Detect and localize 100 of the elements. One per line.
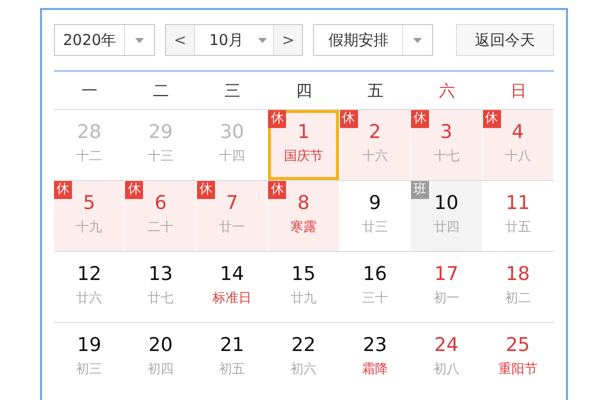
day-number: 24	[434, 333, 458, 357]
day-cell[interactable]: 休 5 十九	[54, 181, 124, 251]
day-cell[interactable]: 19 初三	[54, 323, 124, 393]
day-number: 1	[297, 120, 310, 144]
day-cell[interactable]: 休 7 廿一	[196, 181, 268, 251]
weekday-label: 日	[510, 80, 526, 100]
lunar-date: 初八	[433, 361, 460, 379]
lunar-date: 十七	[433, 148, 460, 166]
lunar-date: 廿六	[76, 290, 102, 308]
lunar-date: 十八	[504, 148, 531, 166]
lunar-date: 廿七	[148, 290, 174, 308]
weekday-label: 一	[82, 80, 98, 100]
holiday-badge: 休	[482, 110, 501, 128]
lunar-date: 三十	[362, 290, 388, 308]
lunar-date: 初一	[433, 290, 460, 308]
day-number: 16	[362, 262, 388, 286]
workday-badge: 班	[411, 181, 430, 199]
weekday-label: 三	[224, 80, 241, 100]
holiday-badge: 休	[196, 181, 215, 199]
lunar-date: 二十	[148, 219, 174, 237]
day-number: 9	[368, 191, 381, 215]
previous-month-button[interactable]: <	[166, 25, 194, 55]
day-number: 17	[434, 262, 458, 286]
day-number: 5	[83, 191, 96, 215]
lunar-date: 廿九	[290, 290, 316, 308]
day-cell[interactable]: 休 4 十八	[482, 110, 553, 180]
day-cell[interactable]: 17 初一	[411, 252, 482, 322]
day-number: 30	[220, 120, 244, 144]
year-dropdown[interactable]: 2020年	[54, 24, 156, 56]
day-number: 4	[512, 120, 524, 144]
day-number: 10	[434, 191, 458, 215]
day-cell[interactable]: 21 初五	[196, 323, 268, 393]
lunar-date: 初四	[148, 361, 174, 379]
lunar-date: 霜降	[362, 361, 388, 379]
day-number: 13	[148, 262, 173, 286]
lunar-date: 十九	[76, 219, 102, 237]
lunar-date: 十三	[148, 148, 174, 166]
weekday-label: 六	[438, 80, 455, 100]
holiday-badge: 休	[125, 181, 144, 199]
day-cell[interactable]: 25 重阳节	[482, 323, 553, 393]
day-number: 18	[506, 262, 530, 286]
holiday-badge: 休	[268, 181, 286, 199]
lunar-date: 十四	[219, 148, 246, 166]
lunar-date: 廿四	[433, 219, 460, 237]
day-number: 15	[291, 262, 316, 286]
day-cell[interactable]: 23 霜降	[340, 323, 410, 393]
lunar-date: 初六	[290, 361, 316, 379]
day-number: 6	[154, 191, 167, 215]
day-cell[interactable]: 休 8 寒露	[268, 181, 339, 251]
day-number: 2	[368, 120, 381, 144]
day-number: 25	[506, 333, 530, 357]
day-cell[interactable]: 休 1 国庆节	[268, 110, 339, 180]
day-cell[interactable]: 11 廿五	[482, 181, 553, 251]
lunar-date: 标准日	[212, 290, 252, 308]
lunar-date: 重阳节	[498, 361, 538, 379]
day-number: 12	[77, 262, 102, 286]
lunar-date: 廿五	[504, 219, 531, 237]
lunar-date: 十二	[76, 148, 102, 166]
day-cell[interactable]: 16 三十	[340, 252, 410, 322]
day-number: 7	[226, 191, 238, 215]
weekday-label: 四	[296, 80, 312, 100]
day-cell[interactable]: 休 2 十六	[340, 110, 410, 180]
lunar-date: 初五	[219, 361, 246, 379]
day-number: 14	[220, 262, 244, 286]
day-cell[interactable]: 14 标准日	[196, 252, 268, 322]
holiday-badge: 休	[268, 110, 286, 128]
day-number: 3	[440, 120, 452, 144]
day-number: 29	[148, 120, 173, 144]
day-cell[interactable]: 22 初六	[268, 323, 339, 393]
day-cell[interactable]: 12 廿六	[54, 252, 124, 322]
lunar-date: 初三	[76, 361, 102, 379]
back-to-today-button[interactable]: 返回今天	[456, 24, 554, 56]
day-cell[interactable]: 15 廿九	[268, 252, 339, 322]
day-number: 21	[220, 333, 244, 357]
dropdown-caret-icon	[413, 38, 422, 42]
lunar-date: 寒露	[290, 219, 316, 237]
day-number: 11	[506, 191, 530, 215]
day-cell[interactable]: 20 初四	[125, 323, 196, 393]
day-cell[interactable]: 18 初二	[482, 252, 553, 322]
next-month-button[interactable]: >	[274, 25, 302, 55]
day-number: 23	[362, 333, 388, 357]
day-cell[interactable]: 24 初八	[411, 323, 482, 393]
lunar-date: 国庆节	[284, 148, 323, 166]
day-cell[interactable]: 13 廿七	[125, 252, 196, 322]
day-number: 20	[148, 333, 173, 357]
day-number: 22	[291, 333, 316, 357]
day-number: 8	[297, 191, 310, 215]
lunar-date: 十六	[362, 148, 388, 166]
lunar-date: 廿一	[219, 219, 246, 237]
weekday-label: 二	[153, 80, 170, 100]
day-number: 28	[77, 120, 102, 144]
day-number: 19	[77, 333, 102, 357]
holiday-dropdown[interactable]: 假期安排	[313, 24, 434, 56]
weekday-label: 五	[367, 80, 384, 100]
day-cell[interactable]: 班 10 廿四	[411, 181, 482, 251]
day-cell[interactable]: 休 6 二十	[125, 181, 196, 251]
lunar-date: 初二	[504, 290, 531, 308]
dropdown-caret-icon	[135, 38, 144, 42]
day-cell[interactable]: 休 3 十七	[411, 110, 482, 180]
day-cell[interactable]: 9 廿三	[340, 181, 410, 251]
